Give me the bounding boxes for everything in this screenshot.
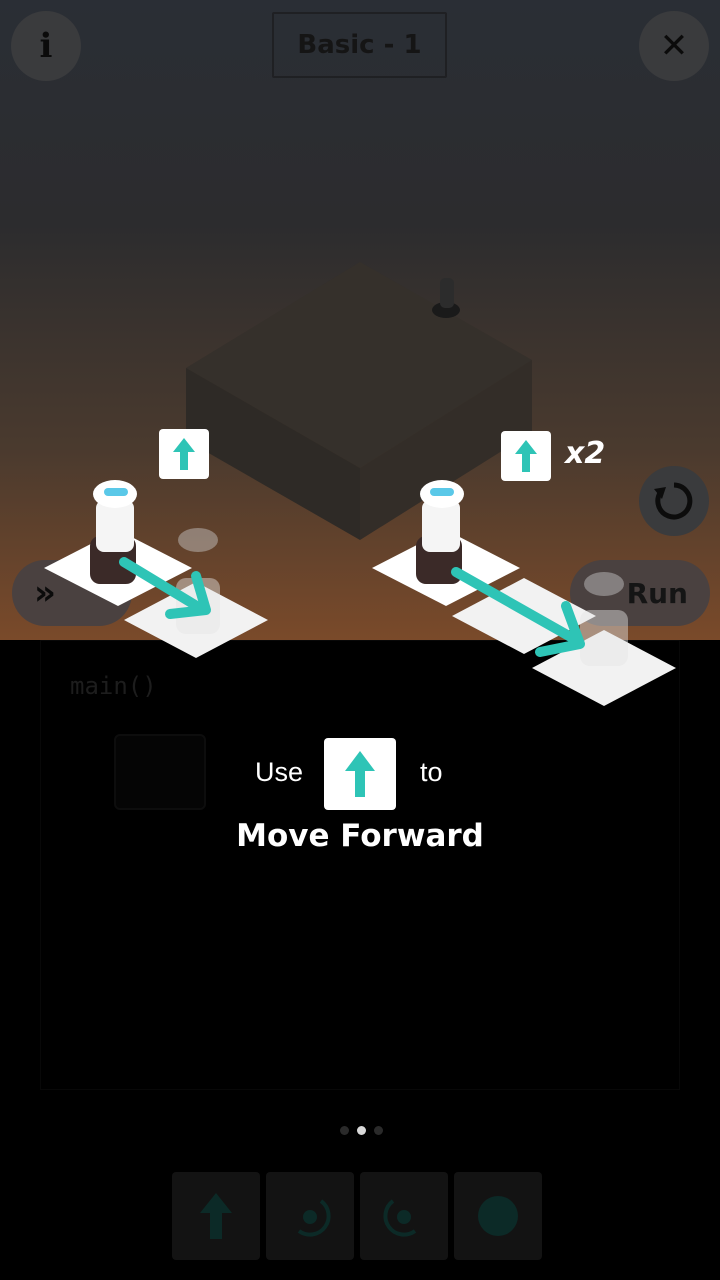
action-command-icon xyxy=(478,1196,518,1236)
palette-turn-left-button[interactable] xyxy=(266,1172,354,1260)
page-dot xyxy=(374,1126,383,1135)
forward-command-example xyxy=(324,738,396,810)
palette-turn-right-button[interactable] xyxy=(360,1172,448,1260)
level-title: Basic - 1 xyxy=(272,12,447,78)
up-arrow-icon xyxy=(173,438,195,470)
turn-left-command-icon xyxy=(297,1199,331,1237)
repeat-count-label: x2 xyxy=(565,436,606,471)
command-slot[interactable] xyxy=(114,734,206,810)
tutorial-illustration xyxy=(44,480,676,706)
close-button[interactable]: ✕ xyxy=(639,11,709,81)
page-dot xyxy=(340,1126,349,1135)
example-double-move xyxy=(372,480,676,706)
forward-command-badge-repeat xyxy=(501,431,551,481)
info-icon: i xyxy=(39,26,53,66)
close-icon: ✕ xyxy=(659,26,689,66)
palette-action-button[interactable] xyxy=(454,1172,542,1260)
forward-command-badge xyxy=(159,429,209,479)
to-label: to xyxy=(420,757,443,787)
up-arrow-icon xyxy=(345,751,375,797)
level-title-text: Basic - 1 xyxy=(297,30,422,60)
robot-ghost-icon xyxy=(580,572,628,666)
info-button[interactable]: i xyxy=(11,11,81,81)
turn-right-command-icon xyxy=(383,1199,417,1237)
action-title: Move Forward xyxy=(236,818,484,854)
use-label: Use xyxy=(255,757,304,787)
example-single-move xyxy=(44,480,268,658)
up-arrow-icon xyxy=(515,440,537,472)
page-indicator xyxy=(340,1126,383,1135)
forward-command-icon xyxy=(200,1193,232,1239)
palette-forward-button[interactable] xyxy=(172,1172,260,1260)
page-dot-active xyxy=(357,1126,366,1135)
